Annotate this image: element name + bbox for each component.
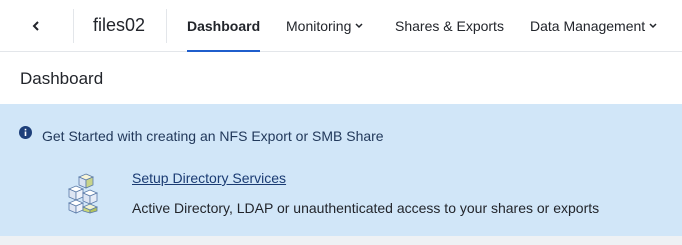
tab-label: Shares & Exports [395, 18, 504, 34]
tab-label: Monitoring [286, 18, 352, 34]
chevron-down-icon [649, 23, 657, 29]
tab-data-management[interactable]: Data Management [530, 0, 657, 52]
divider [73, 9, 74, 43]
content-area-edge [0, 236, 682, 245]
setup-description: Active Directory, LDAP or unauthenticate… [132, 200, 600, 216]
app-title: files02 [93, 15, 146, 35]
info-icon [19, 126, 32, 139]
directory-stack-icon [67, 173, 99, 214]
divider [166, 9, 167, 43]
back-button[interactable] [22, 14, 50, 38]
banner-heading: Get Started with creating an NFS Export … [42, 128, 384, 144]
tab-label: Dashboard [187, 18, 261, 34]
setup-directory-services-link[interactable]: Setup Directory Services [132, 170, 286, 186]
tab-shares-exports[interactable]: Shares & Exports [395, 0, 504, 52]
getting-started-banner: Get Started with creating an NFS Export … [0, 104, 682, 236]
top-navigation-bar: files02 Dashboard Monitoring Shares & Ex… [0, 0, 682, 52]
chevron-down-icon [355, 23, 363, 29]
tab-monitoring[interactable]: Monitoring [286, 0, 363, 52]
tab-label: Data Management [530, 18, 646, 34]
tab-dashboard[interactable]: Dashboard [187, 0, 261, 52]
page-title: Dashboard [20, 69, 104, 88]
chevron-left-icon [32, 21, 39, 31]
